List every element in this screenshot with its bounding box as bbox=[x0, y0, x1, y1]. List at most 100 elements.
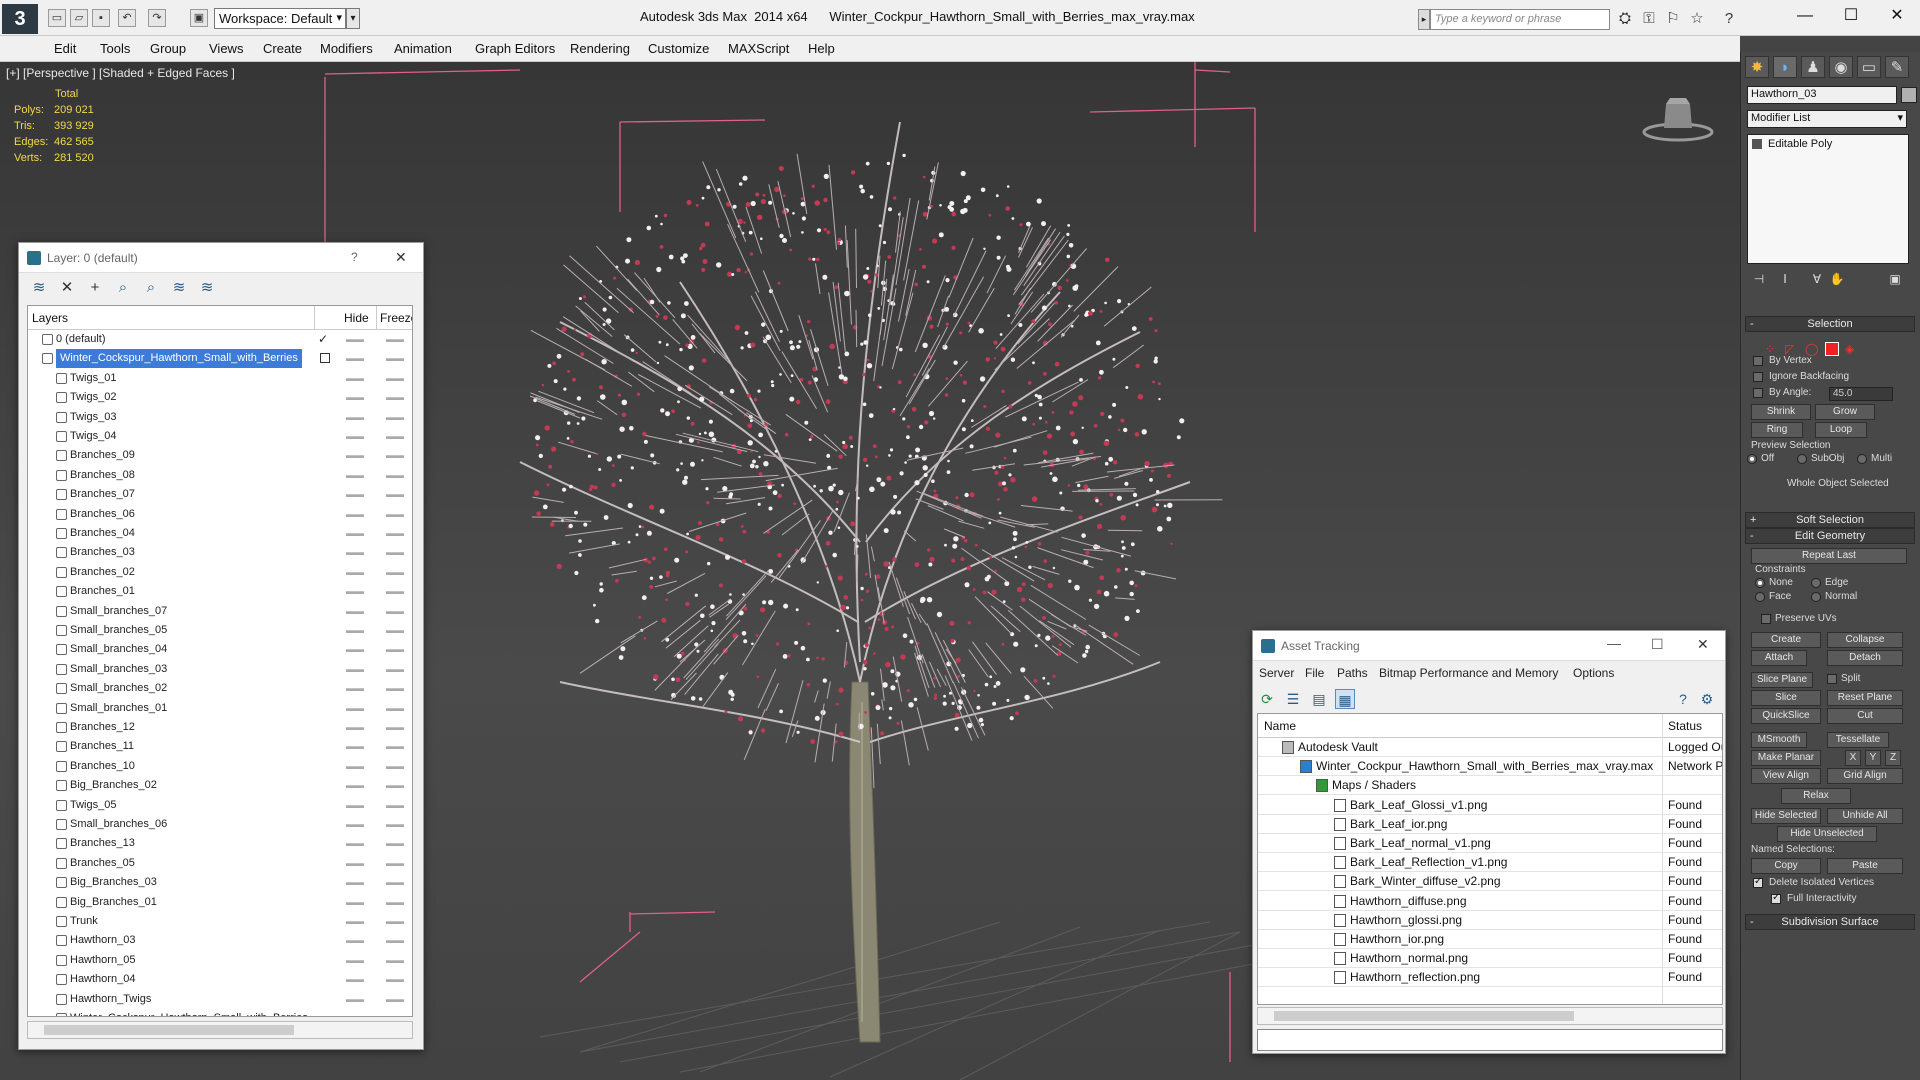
constraint-normal-radio[interactable] bbox=[1811, 592, 1821, 602]
make-planar-button[interactable]: Make Planar bbox=[1751, 750, 1821, 766]
freeze-toggle-icon[interactable]: ▬▬ bbox=[386, 408, 404, 427]
motion-tab-icon[interactable]: ◉ bbox=[1829, 56, 1853, 78]
constraint-none-radio[interactable] bbox=[1755, 578, 1765, 588]
hide-toggle-icon[interactable]: ▬▬ bbox=[346, 505, 364, 524]
scrollbar-thumb[interactable] bbox=[44, 1025, 294, 1035]
asset-dialog-titlebar[interactable]: Asset Tracking — ☐ ✕ bbox=[1253, 631, 1725, 661]
hide-toggle-icon[interactable]: ▬▬ bbox=[346, 757, 364, 776]
hide-toggle-icon[interactable]: ▬▬ bbox=[346, 640, 364, 659]
hide-toggle-icon[interactable]: ▬▬ bbox=[346, 815, 364, 834]
hide-unselected-button[interactable]: Hide Unselected bbox=[1777, 826, 1877, 842]
menu-modifiers[interactable]: Modifiers bbox=[320, 41, 373, 56]
hide-toggle-icon[interactable]: ▬▬ bbox=[346, 796, 364, 815]
freeze-toggle-icon[interactable]: ▬▬ bbox=[386, 563, 404, 582]
hide-toggle-icon[interactable]: ▬▬ bbox=[346, 602, 364, 621]
msmooth-button[interactable]: MSmooth bbox=[1751, 732, 1807, 748]
layer-row[interactable]: Branches_07 ▬▬ ▬▬ bbox=[28, 485, 412, 504]
column-name[interactable]: Name bbox=[1264, 719, 1296, 733]
workspace-menu-arrow[interactable]: ▾ bbox=[346, 8, 360, 29]
hide-toggle-icon[interactable]: ▬▬ bbox=[346, 563, 364, 582]
grow-button[interactable]: Grow bbox=[1815, 404, 1875, 420]
loop-button[interactable]: Loop bbox=[1815, 422, 1867, 438]
workspace-dropdown[interactable]: Workspace: Default bbox=[214, 8, 346, 29]
asset-path-field[interactable] bbox=[1257, 1029, 1723, 1051]
list-view-icon[interactable]: ☰ bbox=[1283, 689, 1303, 709]
freeze-toggle-icon[interactable]: ▬▬ bbox=[386, 369, 404, 388]
hide-toggle-icon[interactable]: ▬▬ bbox=[346, 699, 364, 718]
preview-off-radio[interactable] bbox=[1747, 454, 1757, 464]
modifier-list-dropdown[interactable]: Modifier List bbox=[1747, 110, 1907, 128]
menu-maxscript[interactable]: MAXScript bbox=[728, 41, 789, 56]
hide-toggle-icon[interactable]: ▬▬ bbox=[346, 873, 364, 892]
delete-layer-icon[interactable]: ✕ bbox=[57, 278, 77, 298]
menu-create[interactable]: Create bbox=[263, 41, 302, 56]
freeze-toggle-icon[interactable]: ▬▬ bbox=[386, 388, 404, 407]
border-mode-icon[interactable]: ◯ bbox=[1805, 342, 1819, 356]
layer-row[interactable]: Branches_04 ▬▬ ▬▬ bbox=[28, 524, 412, 543]
planar-z-button[interactable]: Z bbox=[1885, 750, 1901, 766]
paste-button[interactable]: Paste bbox=[1827, 858, 1903, 874]
menu-tools[interactable]: Tools bbox=[100, 41, 130, 56]
delete-isolated-checkbox[interactable] bbox=[1753, 876, 1763, 888]
layer-row[interactable]: Big_Branches_01 ▬▬ ▬▬ bbox=[28, 893, 412, 912]
layer-row[interactable]: Winter_Cockspur_Hawthorn_Small_with_Berr… bbox=[28, 1009, 412, 1016]
hide-toggle-icon[interactable]: ▬▬ bbox=[346, 582, 364, 601]
asset-row[interactable]: Bark_Leaf_normal_v1.png Found bbox=[1258, 834, 1722, 853]
refresh-icon[interactable]: ⟳ bbox=[1257, 689, 1277, 709]
freeze-toggle-icon[interactable]: ▬▬ bbox=[386, 621, 404, 640]
help-button[interactable]: ? bbox=[351, 250, 358, 264]
new-file-icon[interactable]: ▭ bbox=[48, 9, 66, 27]
freeze-toggle-icon[interactable]: ▬▬ bbox=[386, 815, 404, 834]
layer-row[interactable]: Twigs_03 ▬▬ ▬▬ bbox=[28, 408, 412, 427]
preview-subobj-radio[interactable] bbox=[1797, 454, 1807, 464]
table-view-icon[interactable]: ▦ bbox=[1335, 689, 1355, 709]
attach-button[interactable]: Attach bbox=[1751, 650, 1807, 666]
unhide-all-button[interactable]: Unhide All bbox=[1827, 808, 1903, 824]
copy-button[interactable]: Copy bbox=[1751, 858, 1821, 874]
maximize-icon[interactable]: ☐ bbox=[1828, 2, 1874, 30]
edge-mode-icon[interactable]: ◸ bbox=[1785, 342, 1799, 356]
menu-animation[interactable]: Animation bbox=[394, 41, 452, 56]
freeze-toggle-icon[interactable]: ▬▬ bbox=[386, 1009, 404, 1016]
asset-row[interactable]: Bark_Leaf_Reflection_v1.png Found bbox=[1258, 853, 1722, 873]
hide-toggle-icon[interactable]: ▬▬ bbox=[346, 369, 364, 388]
hide-toggle-icon[interactable]: ▬▬ bbox=[346, 951, 364, 970]
full-interactivity-checkbox[interactable] bbox=[1771, 892, 1781, 904]
create-layer-icon[interactable]: ≋ bbox=[29, 278, 49, 298]
layer-row[interactable]: Branches_03 ▬▬ ▬▬ bbox=[28, 543, 412, 562]
hide-toggle-icon[interactable]: ▬▬ bbox=[346, 485, 364, 504]
freeze-toggle-icon[interactable]: ▬▬ bbox=[386, 582, 404, 601]
freeze-toggle-icon[interactable]: ▬▬ bbox=[386, 485, 404, 504]
open-file-icon[interactable]: ▱ bbox=[70, 9, 88, 27]
hide-toggle-icon[interactable]: ▬▬ bbox=[346, 349, 364, 368]
planar-x-button[interactable]: X bbox=[1845, 750, 1861, 766]
planar-y-button[interactable]: Y bbox=[1865, 750, 1881, 766]
create-tab-icon[interactable]: ✸ bbox=[1745, 56, 1769, 78]
layer-row[interactable]: Winter_Cockspur_Hawthorn_Small_with_Berr… bbox=[28, 349, 412, 369]
by-vertex-checkbox[interactable] bbox=[1753, 356, 1763, 366]
layer-horizontal-scrollbar[interactable] bbox=[27, 1021, 413, 1039]
hide-toggle-icon[interactable]: ▬▬ bbox=[346, 970, 364, 989]
settings-icon[interactable]: ⚙ bbox=[1697, 689, 1717, 709]
show-end-result-icon[interactable]: Ⅰ bbox=[1777, 271, 1793, 287]
column-status[interactable]: Status bbox=[1668, 719, 1702, 733]
hide-toggle-icon[interactable]: ▬▬ bbox=[346, 834, 364, 853]
layer-row[interactable]: Branches_06 ▬▬ ▬▬ bbox=[28, 505, 412, 524]
polygon-mode-icon[interactable] bbox=[1825, 342, 1839, 356]
layer-dialog-titlebar[interactable]: Layer: 0 (default) ? ✕ bbox=[19, 243, 423, 273]
view-align-button[interactable]: View Align bbox=[1751, 768, 1821, 784]
make-unique-icon[interactable]: ∀ bbox=[1809, 271, 1825, 287]
asset-row[interactable]: Hawthorn_reflection.png Found bbox=[1258, 968, 1722, 988]
layer-row[interactable]: Branches_12 ▬▬ ▬▬ bbox=[28, 718, 412, 737]
viewport-label[interactable]: [+] [Perspective ] [Shaded + Edged Faces… bbox=[6, 66, 235, 80]
highlight-layer-icon[interactable]: ⌕ bbox=[141, 278, 161, 298]
create-button[interactable]: Create bbox=[1751, 632, 1821, 648]
freeze-toggle-icon[interactable]: ▬▬ bbox=[386, 466, 404, 485]
freeze-toggle-icon[interactable]: ▬▬ bbox=[386, 757, 404, 776]
subscription-icon[interactable]: ⚿ bbox=[1640, 10, 1658, 28]
element-mode-icon[interactable]: ◈ bbox=[1845, 342, 1859, 356]
column-freeze[interactable]: Freeze bbox=[380, 311, 412, 325]
undo-icon[interactable]: ↶ bbox=[118, 9, 136, 27]
hide-toggle-icon[interactable]: ▬▬ bbox=[346, 543, 364, 562]
communication-center-icon[interactable]: ⚐ bbox=[1664, 10, 1682, 28]
